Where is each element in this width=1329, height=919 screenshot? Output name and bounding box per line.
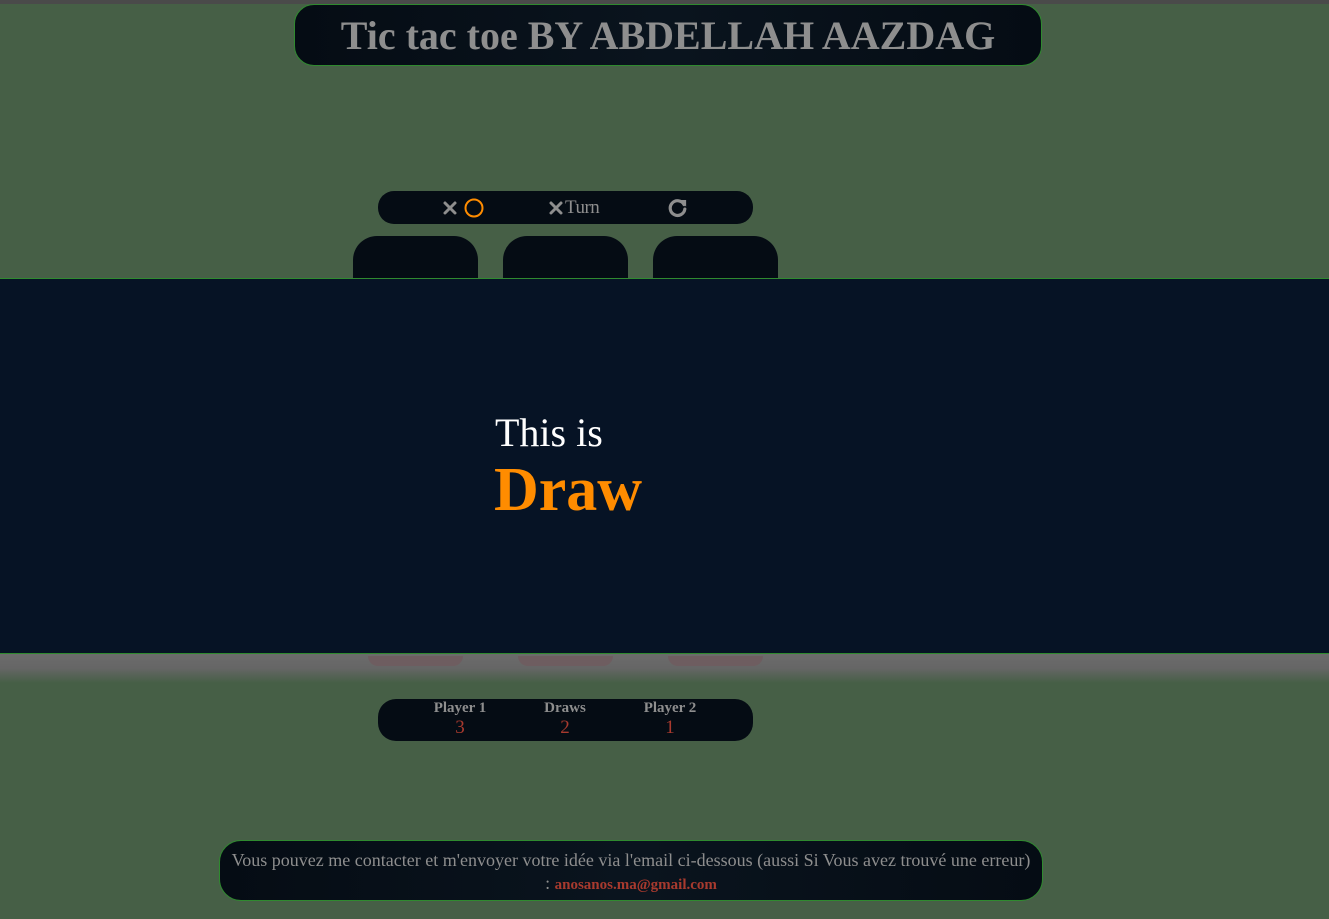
controls-bar: Turn	[378, 191, 753, 224]
result-prefix: This is	[495, 410, 603, 455]
board-shadow	[0, 653, 1329, 683]
symbol-selector[interactable]	[442, 191, 485, 224]
player2-value: 1	[665, 717, 675, 738]
restart-button[interactable]	[667, 191, 688, 224]
board-cell-3[interactable]	[653, 236, 778, 280]
draws-label: Draws	[544, 700, 586, 716]
x-icon	[548, 200, 564, 216]
player1-score: Player 1 3	[410, 699, 510, 739]
board-cell-8[interactable]	[518, 656, 613, 666]
title-bar: Tic tac toe BY ABDELLAH AAZDAG	[294, 4, 1042, 66]
result-text: Draw	[494, 456, 643, 524]
draws-score: Draws 2	[515, 699, 615, 739]
board-cell-2[interactable]	[503, 236, 628, 280]
board-cell-7[interactable]	[368, 656, 463, 666]
player2-score: Player 2 1	[620, 699, 720, 739]
board-cell-9[interactable]	[668, 656, 763, 666]
turn-indicator: Turn	[548, 191, 600, 224]
result-overlay[interactable]: This is Draw	[0, 278, 1329, 654]
player2-label: Player 2	[643, 700, 697, 716]
player1-label: Player 1	[433, 700, 487, 716]
contact-footer: Vous pouvez me contacter et m'envoyer vo…	[219, 840, 1043, 901]
o-ring-icon	[463, 197, 485, 219]
turn-label: Turn	[565, 196, 600, 218]
contact-email[interactable]: anosanos.ma@gmail.com	[555, 877, 717, 893]
board-cell-1[interactable]	[353, 236, 478, 280]
restart-icon	[667, 197, 688, 218]
scoreboard: Player 1 3 Draws 2 Player 2 1	[378, 699, 753, 741]
player1-value: 3	[455, 717, 465, 738]
draws-value: 2	[560, 717, 570, 738]
page-title: Tic tac toe BY ABDELLAH AAZDAG	[340, 12, 996, 58]
x-icon	[442, 200, 458, 216]
